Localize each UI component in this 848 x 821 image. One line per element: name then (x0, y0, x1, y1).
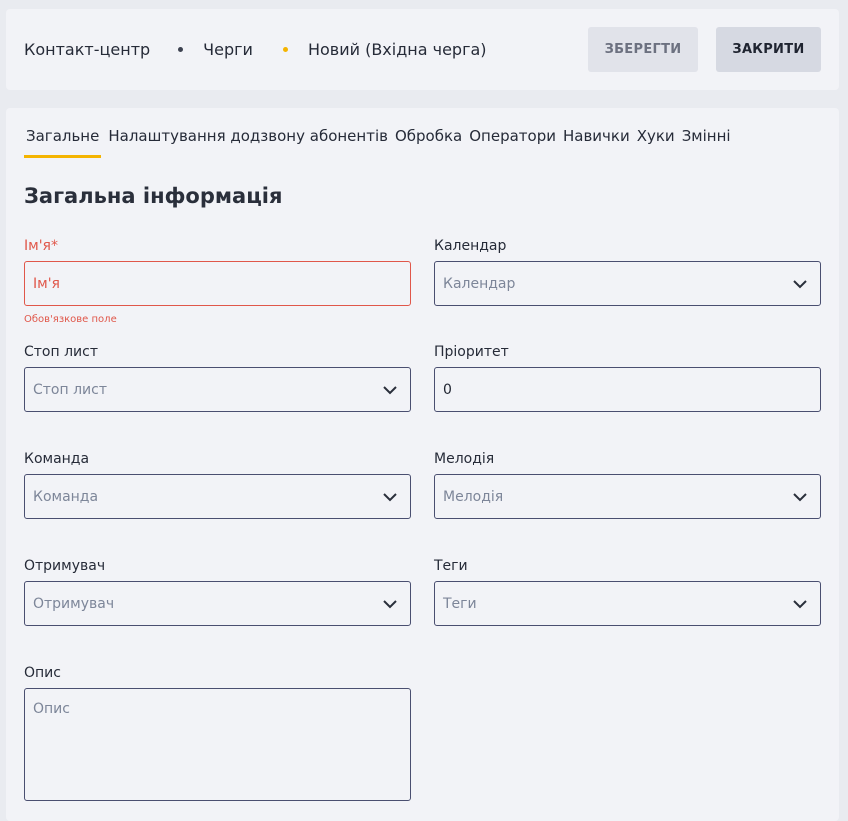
priority-label: Пріоритет (434, 344, 509, 360)
tab-variables[interactable]: Змінні (682, 127, 731, 158)
tags-select[interactable]: Теги (434, 581, 821, 626)
priority-input[interactable]: 0 (434, 367, 821, 412)
tab-operators[interactable]: Оператори (469, 127, 556, 158)
chevron-down-icon (383, 493, 397, 502)
breadcrumb-separator (178, 47, 184, 52)
breadcrumb-queues[interactable]: Черги (203, 40, 253, 59)
chevron-down-icon (383, 386, 397, 395)
tab-general[interactable]: Загальне (24, 127, 102, 158)
tab-processing[interactable]: Обробка (395, 127, 462, 158)
melody-placeholder: Мелодія (443, 488, 504, 505)
chevron-down-icon (793, 600, 807, 609)
description-label: Опис (24, 665, 61, 681)
chevron-down-icon (383, 600, 397, 609)
name-input[interactable]: Ім'я (24, 261, 411, 306)
name-error-text: Обов'язкове поле (24, 314, 117, 325)
breadcrumb: Контакт-центр Черги Новий (Вхідна черга) (24, 9, 487, 90)
tags-label: Теги (434, 558, 468, 574)
header-bar: Контакт-центр Черги Новий (Вхідна черга)… (6, 9, 839, 90)
team-label: Команда (24, 451, 90, 467)
melody-label: Мелодія (434, 451, 495, 467)
main-panel: Загальне Налаштування додзвону абонентів… (6, 108, 839, 821)
recipient-placeholder: Отримувач (33, 595, 115, 612)
description-placeholder: Опис (33, 701, 70, 717)
description-textarea[interactable]: Опис (24, 688, 411, 801)
recipient-select[interactable]: Отримувач (24, 581, 411, 626)
tab-skills[interactable]: Навички (563, 127, 630, 158)
name-label: Ім'я* (24, 238, 58, 254)
stop-list-placeholder: Стоп лист (33, 381, 107, 398)
stop-list-select[interactable]: Стоп лист (24, 367, 411, 412)
close-button[interactable]: ЗАКРИТИ (716, 27, 821, 72)
melody-select[interactable]: Мелодія (434, 474, 821, 519)
section-title: Загальна інформація (24, 184, 283, 208)
breadcrumb-separator-active (282, 47, 288, 52)
priority-value: 0 (443, 381, 452, 398)
name-placeholder: Ім'я (33, 275, 60, 292)
tags-placeholder: Теги (443, 595, 477, 612)
calendar-placeholder: Календар (443, 275, 516, 292)
calendar-select[interactable]: Календар (434, 261, 821, 306)
recipient-label: Отримувач (24, 558, 106, 574)
team-placeholder: Команда (33, 488, 99, 505)
chevron-down-icon (793, 493, 807, 502)
save-button[interactable]: ЗБЕРЕГТИ (588, 27, 698, 72)
breadcrumb-current: Новий (Вхідна черга) (307, 40, 487, 59)
stop-list-label: Стоп лист (24, 344, 98, 360)
breadcrumb-contact-center[interactable]: Контакт-центр (24, 40, 150, 59)
chevron-down-icon (793, 280, 807, 289)
tab-bar: Загальне Налаштування додзвону абонентів… (24, 127, 738, 158)
tab-dialing-settings[interactable]: Налаштування додзвону абонентів (108, 127, 388, 158)
team-select[interactable]: Команда (24, 474, 411, 519)
calendar-label: Календар (434, 238, 507, 254)
tab-hooks[interactable]: Хуки (637, 127, 675, 158)
